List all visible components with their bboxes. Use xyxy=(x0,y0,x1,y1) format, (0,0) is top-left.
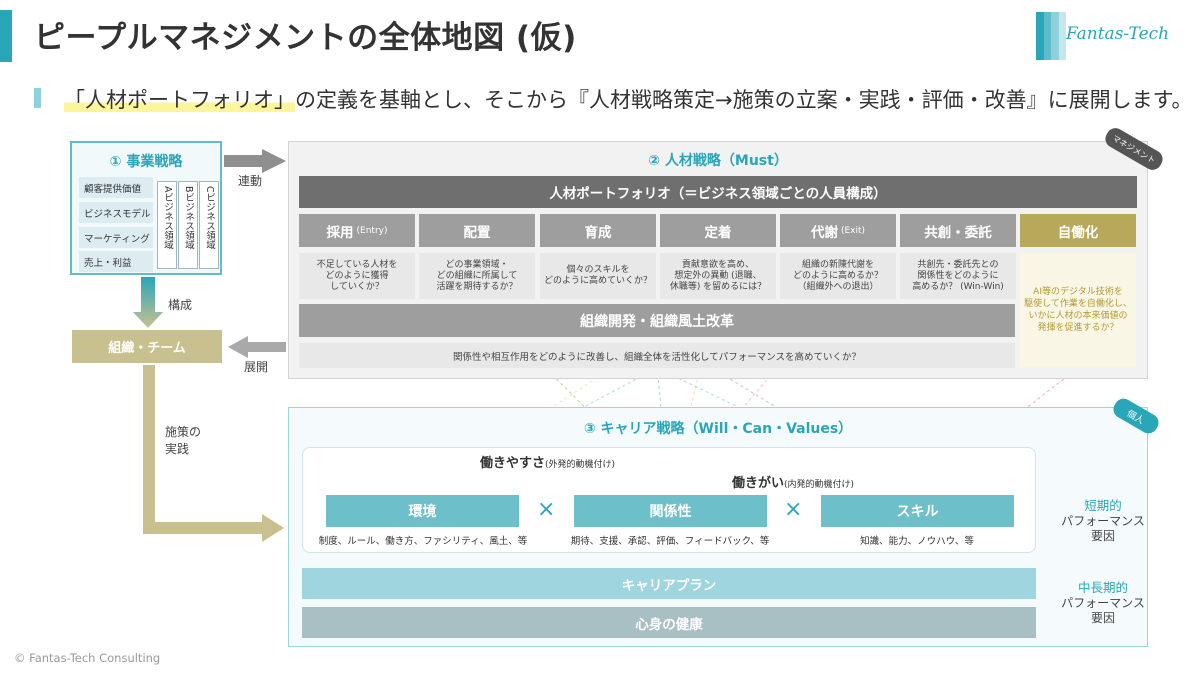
function-retention-desc: 貢献意欲を高め、 想定外の異動 (退職、 休職等) を留めるには？ xyxy=(660,253,776,299)
factor-relationship: 関係性 xyxy=(574,495,767,527)
link-arrow xyxy=(224,149,286,173)
career-strategy-title: ③ キャリア戦略（Will・Can・Values） xyxy=(583,421,853,437)
business-item: ビジネスモデル xyxy=(79,202,153,223)
business-domain-b: Bビジネス領域 xyxy=(178,181,198,269)
worth-label: 働きがい(内発的動機付け) xyxy=(732,476,855,491)
function-exit: 代謝 (Exit) xyxy=(780,214,896,247)
function-placement: 配置 xyxy=(419,214,535,247)
org-development-bar: 組織開発・組織風土改革 xyxy=(299,304,1015,337)
business-item: 売上・利益 xyxy=(79,251,153,272)
hr-strategy-title: ② 人材戦略（Must） xyxy=(648,153,788,169)
function-development: 育成 xyxy=(540,214,656,247)
copyright-footer: © Fantas-Tech Consulting xyxy=(14,651,161,665)
business-strategy-title: ① 事業戦略 xyxy=(109,154,183,170)
factor-environment-desc: 制度、ルール、働き方、ファシリティ、風土、等 xyxy=(318,536,528,547)
factor-skill-desc: 知識、能力、ノウハウ、等 xyxy=(860,536,974,547)
function-recruit-desc: 不足している人材を どのように獲得 していくか？ xyxy=(299,253,415,299)
org-team-box: 組織・チーム xyxy=(72,330,222,363)
business-item: マーケティング xyxy=(79,227,153,248)
function-development-desc: 個々のスキルを どのように高めていくか？ xyxy=(540,253,656,299)
long-term-label: 中長期的 パフォーマンス 要因 xyxy=(1061,580,1145,625)
times-icon: × xyxy=(537,497,556,522)
function-recruit: 採用 (Entry) xyxy=(299,214,415,247)
deploy-arrow xyxy=(228,336,286,358)
career-plan-bar: キャリアプラン xyxy=(302,568,1036,599)
compose-label: 構成 xyxy=(168,298,193,312)
ease-label: 働きやすさ(外発的動機付け) xyxy=(480,456,616,471)
link-label: 連動 xyxy=(238,174,263,188)
factor-environment: 環境 xyxy=(326,495,519,527)
mind-body-health-bar: 心身の健康 xyxy=(302,607,1036,638)
business-strategy-box: ① 事業戦略 顧客提供価値 ビジネスモデル マーケティング 売上・利益 Aビジネ… xyxy=(70,141,222,275)
function-cocreation-desc: 共創先・委託先との 関係性をどのように 高めるか？ (Win-Win) xyxy=(900,253,1016,299)
factor-relationship-desc: 期待、支援、承認、評価、フィードバック、等 xyxy=(570,536,770,547)
hr-portfolio-bar: 人材ポートフォリオ（＝ビジネス領域ごとの人員構成） xyxy=(299,176,1137,208)
function-automation-desc: AI等のデジタル技術を 駆使して作業を自働化し、 いかに人材の本来価値の 発揮を… xyxy=(1020,253,1136,367)
times-icon: × xyxy=(784,497,803,522)
function-cocreation: 共創・委託 xyxy=(900,214,1016,247)
function-exit-desc: 組織の新陳代謝を どのように高めるか？ （組織外への退出） xyxy=(780,253,896,299)
business-item: 顧客提供価値 xyxy=(79,177,153,198)
short-term-label: 短期的 パフォーマンス 要因 xyxy=(1061,498,1145,543)
compose-arrow xyxy=(133,277,163,328)
org-development-desc: 関係性や相互作用をどのように改善し、組織全体を活性化してパフォーマンスを高めてい… xyxy=(299,343,1015,368)
deploy-label: 展開 xyxy=(244,360,269,374)
function-placement-desc: どの事業領域・ どの組織に所属して 活躍を期待するか？ xyxy=(419,253,535,299)
hr-strategy-panel: ② 人材戦略（Must） 人材ポートフォリオ（＝ビジネス領域ごとの人員構成） 採… xyxy=(288,141,1148,379)
function-automation: 自働化 xyxy=(1020,214,1136,247)
implement-label: 施策の 実践 xyxy=(165,425,202,456)
business-domain-c: Cビジネス領域 xyxy=(199,181,219,269)
function-retention: 定着 xyxy=(660,214,776,247)
business-domain-a: Aビジネス領域 xyxy=(157,181,177,269)
factor-skill: スキル xyxy=(821,495,1014,527)
